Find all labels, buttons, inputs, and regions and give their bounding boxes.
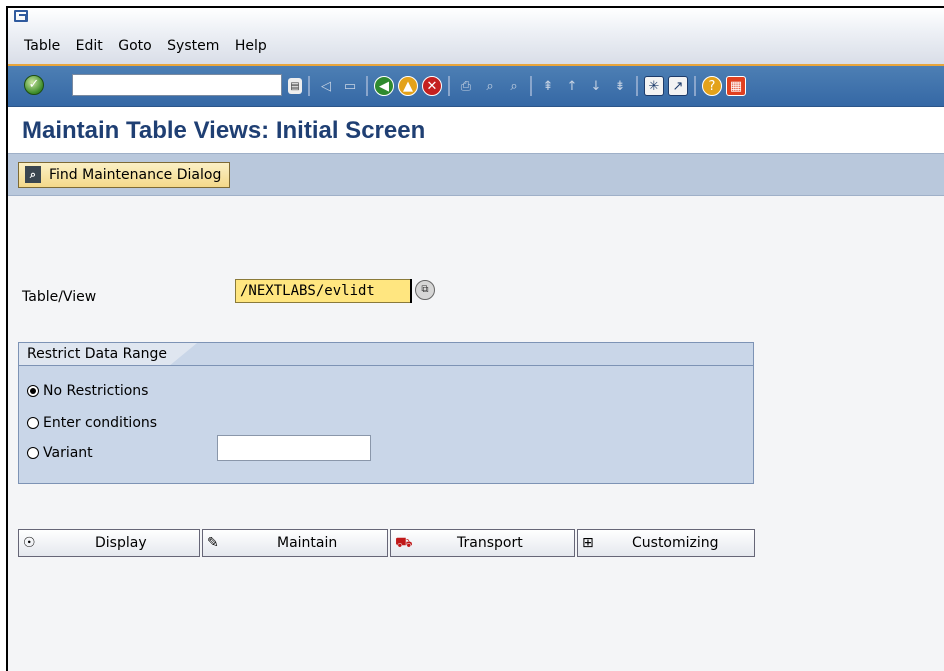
- restrict-data-range-group: Restrict Data Range No Restrictions Ente…: [18, 342, 754, 484]
- enter-conditions-label: Enter conditions: [43, 415, 158, 431]
- toolbar-separator: [694, 76, 696, 96]
- customize-layout-icon[interactable]: ▦: [726, 76, 746, 96]
- no-restrictions-radio[interactable]: [27, 385, 39, 397]
- save-icon[interactable]: ▭: [340, 76, 360, 96]
- last-page-icon[interactable]: ⇟: [610, 76, 630, 96]
- cancel-icon[interactable]: ✕: [422, 76, 442, 96]
- no-restrictions-option[interactable]: No Restrictions: [27, 383, 148, 399]
- maintain-label: Maintain: [277, 535, 338, 551]
- next-page-icon[interactable]: ↓: [586, 76, 606, 96]
- maintain-button[interactable]: ✎ Maintain: [202, 529, 388, 557]
- enter-icon[interactable]: ✓: [24, 75, 44, 95]
- expand-left-icon[interactable]: ◁: [316, 76, 336, 96]
- toolbar-separator: [308, 76, 310, 96]
- customizing-button[interactable]: ⊞ Customizing: [577, 529, 755, 557]
- action-buttons: ☉ Display ✎ Maintain ⛟ Transport ⊞ Custo…: [18, 529, 757, 557]
- variant-label: Variant: [43, 445, 93, 461]
- display-button[interactable]: ☉ Display: [18, 529, 200, 557]
- shortcut-icon[interactable]: ↗: [668, 76, 688, 96]
- toolbar-separator: [530, 76, 532, 96]
- system-menu-icon[interactable]: [14, 10, 28, 22]
- command-field[interactable]: [72, 74, 282, 96]
- binoculars-icon: ⌕: [25, 166, 41, 183]
- menu-help[interactable]: Help: [235, 38, 267, 54]
- no-restrictions-label: No Restrictions: [43, 383, 149, 399]
- print-icon[interactable]: ⎙: [456, 76, 476, 96]
- restrict-data-range-title: Restrict Data Range: [19, 343, 198, 365]
- variant-input[interactable]: [217, 435, 371, 461]
- find-next-icon[interactable]: ⌕: [504, 76, 524, 96]
- menu-bar: Table Edit Goto System Help: [8, 8, 944, 66]
- standard-toolbar: ✓ ▤ ◁ ▭ ◀ ▲ ✕ ⎙ ⌕ ⌕ ⇞ ↑ ↓ ⇟ ✳ ↗ ? ▦: [8, 66, 944, 107]
- pencil-icon: ✎: [207, 535, 219, 551]
- page-title: Maintain Table Views: Initial Screen: [22, 117, 426, 144]
- toolbar-separator: [636, 76, 638, 96]
- variant-option[interactable]: Variant: [27, 445, 93, 461]
- find-maintenance-dialog-button[interactable]: ⌕ Find Maintenance Dialog: [18, 162, 231, 188]
- toolbar-separator: [448, 76, 450, 96]
- menu-edit[interactable]: Edit: [76, 38, 103, 54]
- table-view-label: Table/View: [22, 289, 97, 305]
- application-toolbar: ⌕ Find Maintenance Dialog: [8, 153, 944, 196]
- variant-radio[interactable]: [27, 447, 39, 459]
- new-session-icon[interactable]: ✳: [644, 76, 664, 96]
- find-maintenance-dialog-label: Find Maintenance Dialog: [49, 167, 222, 183]
- customizing-label: Customizing: [632, 535, 719, 551]
- exit-icon[interactable]: ▲: [398, 76, 418, 96]
- help-icon[interactable]: ?: [702, 76, 722, 96]
- previous-page-icon[interactable]: ↑: [562, 76, 582, 96]
- toolbar-separator: [366, 76, 368, 96]
- enter-conditions-option[interactable]: Enter conditions: [27, 415, 157, 431]
- first-page-icon[interactable]: ⇞: [538, 76, 558, 96]
- hierarchy-icon: ⊞: [582, 535, 594, 551]
- menu-table[interactable]: Table: [24, 38, 60, 54]
- command-history-icon[interactable]: ▤: [288, 78, 302, 94]
- back-icon[interactable]: ◀: [374, 76, 394, 96]
- glasses-icon: ☉: [23, 535, 36, 551]
- text-cursor: [410, 279, 412, 303]
- enter-conditions-radio[interactable]: [27, 417, 39, 429]
- group-title-divider: [19, 365, 753, 366]
- display-label: Display: [95, 535, 147, 551]
- menu-goto[interactable]: Goto: [118, 38, 151, 54]
- menu: Table Edit Goto System Help: [24, 38, 278, 54]
- truck-icon: ⛟: [395, 535, 413, 551]
- transport-label: Transport: [457, 535, 523, 551]
- value-help-icon[interactable]: ⧉: [415, 280, 435, 300]
- menu-system[interactable]: System: [167, 38, 219, 54]
- transport-button[interactable]: ⛟ Transport: [390, 529, 575, 557]
- title-area: Maintain Table Views: Initial Screen: [8, 107, 944, 153]
- sap-window: Table Edit Goto System Help ✓ ▤ ◁ ▭ ◀ ▲ …: [6, 6, 944, 671]
- table-view-input[interactable]: [235, 279, 411, 303]
- find-icon[interactable]: ⌕: [480, 76, 500, 96]
- toolbar-icons: ▤ ◁ ▭ ◀ ▲ ✕ ⎙ ⌕ ⌕ ⇞ ↑ ↓ ⇟ ✳ ↗ ? ▦: [288, 74, 750, 98]
